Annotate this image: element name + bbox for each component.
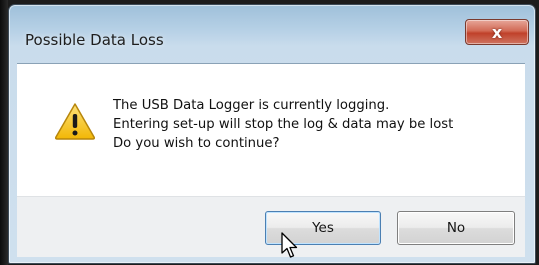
dialog-window: Possible Data Loss x The USB Data Logger… — [8, 4, 536, 264]
message-line: The USB Data Logger is currently logging… — [113, 98, 390, 113]
dialog-content: The USB Data Logger is currently logging… — [17, 63, 525, 197]
button-bar: Yes No — [17, 196, 525, 257]
close-button[interactable]: x — [465, 19, 529, 45]
dialog-message: The USB Data Logger is currently logging… — [113, 96, 453, 153]
dialog-title: Possible Data Loss — [25, 31, 164, 49]
no-button[interactable]: No — [397, 211, 515, 245]
desktop-backdrop — [0, 0, 8, 265]
message-line: Entering set-up will stop the log & data… — [113, 117, 454, 132]
mouse-pointer-icon — [281, 232, 298, 258]
message-line: Do you wish to continue? — [113, 136, 280, 151]
close-icon: x — [491, 22, 503, 42]
warning-icon — [54, 103, 96, 140]
